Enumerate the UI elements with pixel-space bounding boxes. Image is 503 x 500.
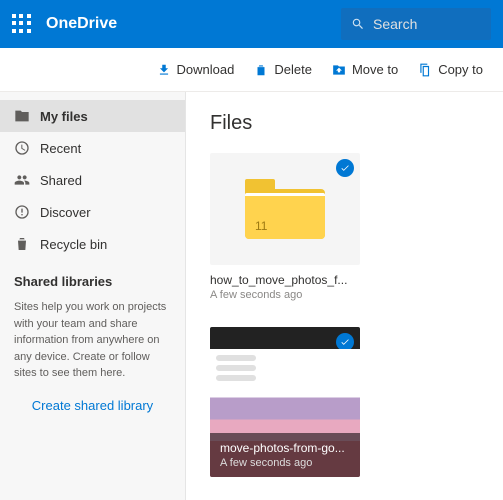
search-box[interactable] [341, 8, 491, 40]
move-to-label: Move to [352, 62, 398, 77]
page-title: Files [210, 112, 479, 135]
people-icon [14, 172, 30, 188]
file-grid: 11 how_to_move_photos_f... A few seconds… [210, 153, 479, 477]
move-icon [332, 63, 346, 77]
folder-icon: 11 [245, 179, 325, 239]
sidebar-item-recent[interactable]: Recent [0, 132, 185, 164]
command-bar: Download Delete Move to Copy to [0, 48, 503, 92]
sidebar-item-recycle[interactable]: Recycle bin [0, 228, 185, 260]
discover-icon [14, 204, 30, 220]
nav-label: Recent [40, 141, 81, 156]
image-thumbnail: move-photos-from-go... A few seconds ago [210, 327, 360, 477]
folder-item-count: 11 [255, 219, 267, 233]
shared-libraries-desc: Sites help you work on projects with you… [0, 295, 185, 386]
image-caption-overlay: move-photos-from-go... A few seconds ago [210, 433, 360, 477]
file-name: move-photos-from-go... [220, 441, 350, 455]
sidebar-item-shared[interactable]: Shared [0, 164, 185, 196]
create-shared-library-link[interactable]: Create shared library [0, 386, 185, 425]
file-tile-folder[interactable]: 11 how_to_move_photos_f... A few seconds… [210, 153, 360, 301]
main-content: Files 11 how_to_move_photos_f... A few s… [186, 92, 503, 500]
download-icon [157, 63, 171, 77]
copy-to-label: Copy to [438, 62, 483, 77]
nav-label: Shared [40, 173, 82, 188]
app-header: OneDrive [0, 0, 503, 48]
file-meta: A few seconds ago [210, 289, 360, 301]
shared-libraries-title: Shared libraries [0, 260, 185, 295]
delete-button[interactable]: Delete [246, 56, 320, 83]
sidebar: My files Recent Shared Discover Recycle … [0, 92, 186, 500]
sidebar-item-discover[interactable]: Discover [0, 196, 185, 228]
selected-check-icon[interactable] [336, 159, 354, 177]
file-name: how_to_move_photos_f... [210, 273, 360, 287]
copy-icon [418, 63, 432, 77]
file-tile-image[interactable]: move-photos-from-go... A few seconds ago [210, 327, 360, 477]
download-label: Download [177, 62, 235, 77]
copy-to-button[interactable]: Copy to [410, 56, 491, 83]
clock-icon [14, 140, 30, 156]
move-to-button[interactable]: Move to [324, 56, 406, 83]
file-meta: A few seconds ago [220, 457, 350, 469]
delete-label: Delete [274, 62, 312, 77]
search-input[interactable] [373, 16, 473, 32]
download-button[interactable]: Download [149, 56, 243, 83]
folder-thumbnail: 11 [210, 153, 360, 265]
app-launcher-icon[interactable] [12, 14, 32, 34]
folder-icon [14, 108, 30, 124]
sidebar-item-my-files[interactable]: My files [0, 100, 185, 132]
recycle-icon [14, 236, 30, 252]
nav-label: Recycle bin [40, 237, 107, 252]
nav-label: Discover [40, 205, 91, 220]
delete-icon [254, 63, 268, 77]
brand-label: OneDrive [46, 15, 341, 33]
nav-label: My files [40, 109, 88, 124]
search-icon [351, 17, 365, 31]
